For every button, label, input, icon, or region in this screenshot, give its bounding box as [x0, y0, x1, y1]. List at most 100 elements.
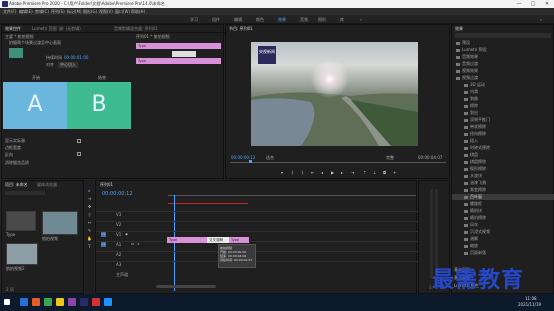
timeline-timecode[interactable]: 00:00:00:12 — [102, 191, 133, 197]
duration-value[interactable]: 00:00:01:00 — [64, 55, 88, 60]
start-icon[interactable] — [4, 299, 10, 305]
play-icon[interactable]: ▶ — [331, 170, 334, 175]
workspace-color[interactable]: 颜色 — [256, 17, 264, 23]
reverse-checkbox[interactable] — [77, 152, 81, 156]
type-tool-icon[interactable]: T — [87, 244, 92, 249]
show-actual-sources-checkbox[interactable] — [77, 139, 81, 143]
lift-icon[interactable]: ⇡ — [363, 170, 366, 175]
effects-tree-item[interactable]: 风车 — [452, 222, 554, 228]
workspace-graphics[interactable]: 图形 — [318, 17, 326, 23]
taskbar-app-icon[interactable] — [32, 298, 40, 306]
taskbar-app-icon[interactable] — [44, 298, 52, 306]
track-label-a2[interactable]: A2 — [116, 252, 121, 257]
taskbar-app-icon[interactable] — [92, 298, 100, 306]
minimize-button[interactable]: — — [512, 0, 526, 8]
search-icon[interactable]: ⌕ — [540, 17, 542, 22]
tab-project[interactable]: 项目: 未命名 — [5, 182, 28, 188]
taskbar-app-icon[interactable] — [104, 298, 112, 306]
effects-tree-item[interactable]: 水波块 — [452, 173, 554, 179]
mark-out-icon[interactable]: } — [301, 170, 304, 175]
workspace-libraries[interactable]: 库 — [340, 17, 344, 23]
effects-tree-item[interactable]: 擦除 — [452, 103, 554, 109]
step-forward-icon[interactable]: ▸ — [341, 170, 343, 175]
effects-tree-item[interactable]: 内滑 — [452, 89, 554, 95]
effects-tree-item[interactable]: 溶解 — [452, 236, 554, 242]
maximize-button[interactable]: □ — [526, 0, 540, 8]
timeline-transition[interactable]: 交叉溶解 — [207, 237, 229, 243]
go-to-out-icon[interactable]: ⇥ — [351, 170, 354, 175]
ripple-edit-tool-icon[interactable]: ✥ — [87, 204, 92, 209]
effects-tree-item[interactable]: 划出 — [452, 110, 554, 116]
fx-clip-top[interactable]: Type — [136, 43, 221, 49]
workspace-more-icon[interactable]: » — [360, 17, 362, 22]
fit-dropdown[interactable]: 适合 — [266, 155, 274, 161]
fx-clip-bottom[interactable]: Type — [136, 58, 221, 64]
effects-tree-item[interactable]: 径向擦除 — [452, 131, 554, 137]
close-button[interactable]: ✕ — [540, 0, 554, 8]
program-monitor-title[interactable]: 节目: 序列01 — [229, 26, 253, 32]
effects-tree-item[interactable]: 棋盘擦除 — [452, 159, 554, 165]
track-label-v1[interactable]: V1 — [116, 232, 121, 237]
effects-tree-item[interactable]: 渐变擦除 — [452, 187, 554, 193]
workspace-effects[interactable]: 效果 — [278, 17, 286, 25]
tab-media-browser[interactable]: 媒体浏览器 — [37, 182, 57, 188]
project-search-input[interactable] — [5, 191, 45, 195]
effects-tree-item[interactable]: Lumetri 预设 — [452, 47, 554, 53]
timeline-clip-1[interactable]: Type — [167, 237, 207, 243]
effects-tree-item[interactable]: 油漆飞溅 — [452, 180, 554, 186]
slip-tool-icon[interactable]: ↔ — [87, 220, 92, 225]
workspace-assembly[interactable]: 组件 — [212, 17, 220, 23]
effects-tree-item[interactable]: 楔形擦除 — [452, 166, 554, 172]
razor-tool-icon[interactable]: ◊ — [87, 212, 92, 217]
track-label-a1[interactable]: A1 — [116, 242, 121, 247]
project-video2-thumbnail[interactable] — [6, 243, 38, 265]
taskbar-app-icon[interactable] — [80, 298, 88, 306]
effects-tree-item[interactable]: 时钟式擦除 — [452, 145, 554, 151]
effects-tree-item[interactable]: 随机擦除 — [452, 215, 554, 221]
a1-source-patch[interactable]: A1 — [101, 242, 106, 247]
go-to-in-icon[interactable]: ⇤ — [311, 170, 314, 175]
effects-tree-item[interactable]: 带状擦除 — [452, 124, 554, 130]
effects-tree-item[interactable]: 音频效果 — [452, 54, 554, 60]
effects-tree-item[interactable]: 随机块 — [452, 208, 554, 214]
effects-tree-item[interactable]: 百叶窗 — [452, 194, 554, 200]
hand-tool-icon[interactable]: ✋ — [87, 236, 92, 241]
pen-tool-icon[interactable]: ✎ — [87, 228, 92, 233]
track-select-tool-icon[interactable]: ⇥ — [87, 196, 92, 201]
timeline-horizontal-scrollbar[interactable] — [156, 285, 216, 288]
v1-source-patch[interactable]: V1 — [101, 232, 106, 237]
effects-tree-item[interactable]: 页面剥落 — [452, 250, 554, 256]
taskbar-app-icon[interactable] — [56, 298, 64, 306]
effects-panel-title[interactable]: 效果 — [455, 26, 463, 32]
effects-tree-item[interactable]: 划像 — [452, 96, 554, 102]
time-ruler[interactable] — [168, 195, 416, 196]
effects-tree-item[interactable]: 视频效果 — [452, 68, 554, 74]
timeline-clip-2[interactable]: Type — [229, 237, 249, 243]
quality-dropdown[interactable]: 完整 — [386, 155, 394, 161]
mute-icon[interactable]: M — [130, 242, 135, 247]
settings-icon[interactable]: + — [393, 170, 396, 175]
track-label-v2[interactable]: V2 — [116, 222, 121, 227]
tab-sequence[interactable]: 序列01 — [100, 182, 113, 188]
effects-tree-item[interactable]: 音频过渡 — [452, 61, 554, 67]
fx-transition-bar[interactable] — [172, 51, 196, 57]
track-label-a3[interactable]: A3 — [116, 262, 121, 267]
workspace-learn[interactable]: 学习 — [190, 17, 198, 23]
effects-tree-item[interactable]: 螺旋框 — [452, 201, 554, 207]
export-frame-icon[interactable]: ◘ — [383, 170, 386, 175]
mark-in-icon[interactable]: { — [291, 170, 294, 175]
taskbar-app-icon[interactable] — [68, 298, 76, 306]
alignment-dropdown[interactable]: 中心切入 — [58, 62, 78, 68]
solo-icon[interactable]: S — [136, 242, 141, 247]
program-playhead[interactable] — [249, 160, 252, 163]
track-label-v3[interactable]: V3 — [116, 212, 121, 217]
effects-tree-item[interactable]: 预设 — [452, 40, 554, 46]
taskbar-app-icon[interactable] — [20, 298, 28, 306]
project-item-thumbnail[interactable] — [6, 211, 36, 231]
step-back-icon[interactable]: ◂ — [321, 170, 323, 175]
workspace-editing[interactable]: 编辑 — [234, 17, 242, 23]
effects-tree-item[interactable]: 视频过渡 — [452, 75, 554, 81]
project-video-thumbnail[interactable] — [42, 211, 78, 235]
extract-icon[interactable]: ⇣ — [373, 170, 376, 175]
effects-search-input[interactable] — [455, 33, 551, 38]
